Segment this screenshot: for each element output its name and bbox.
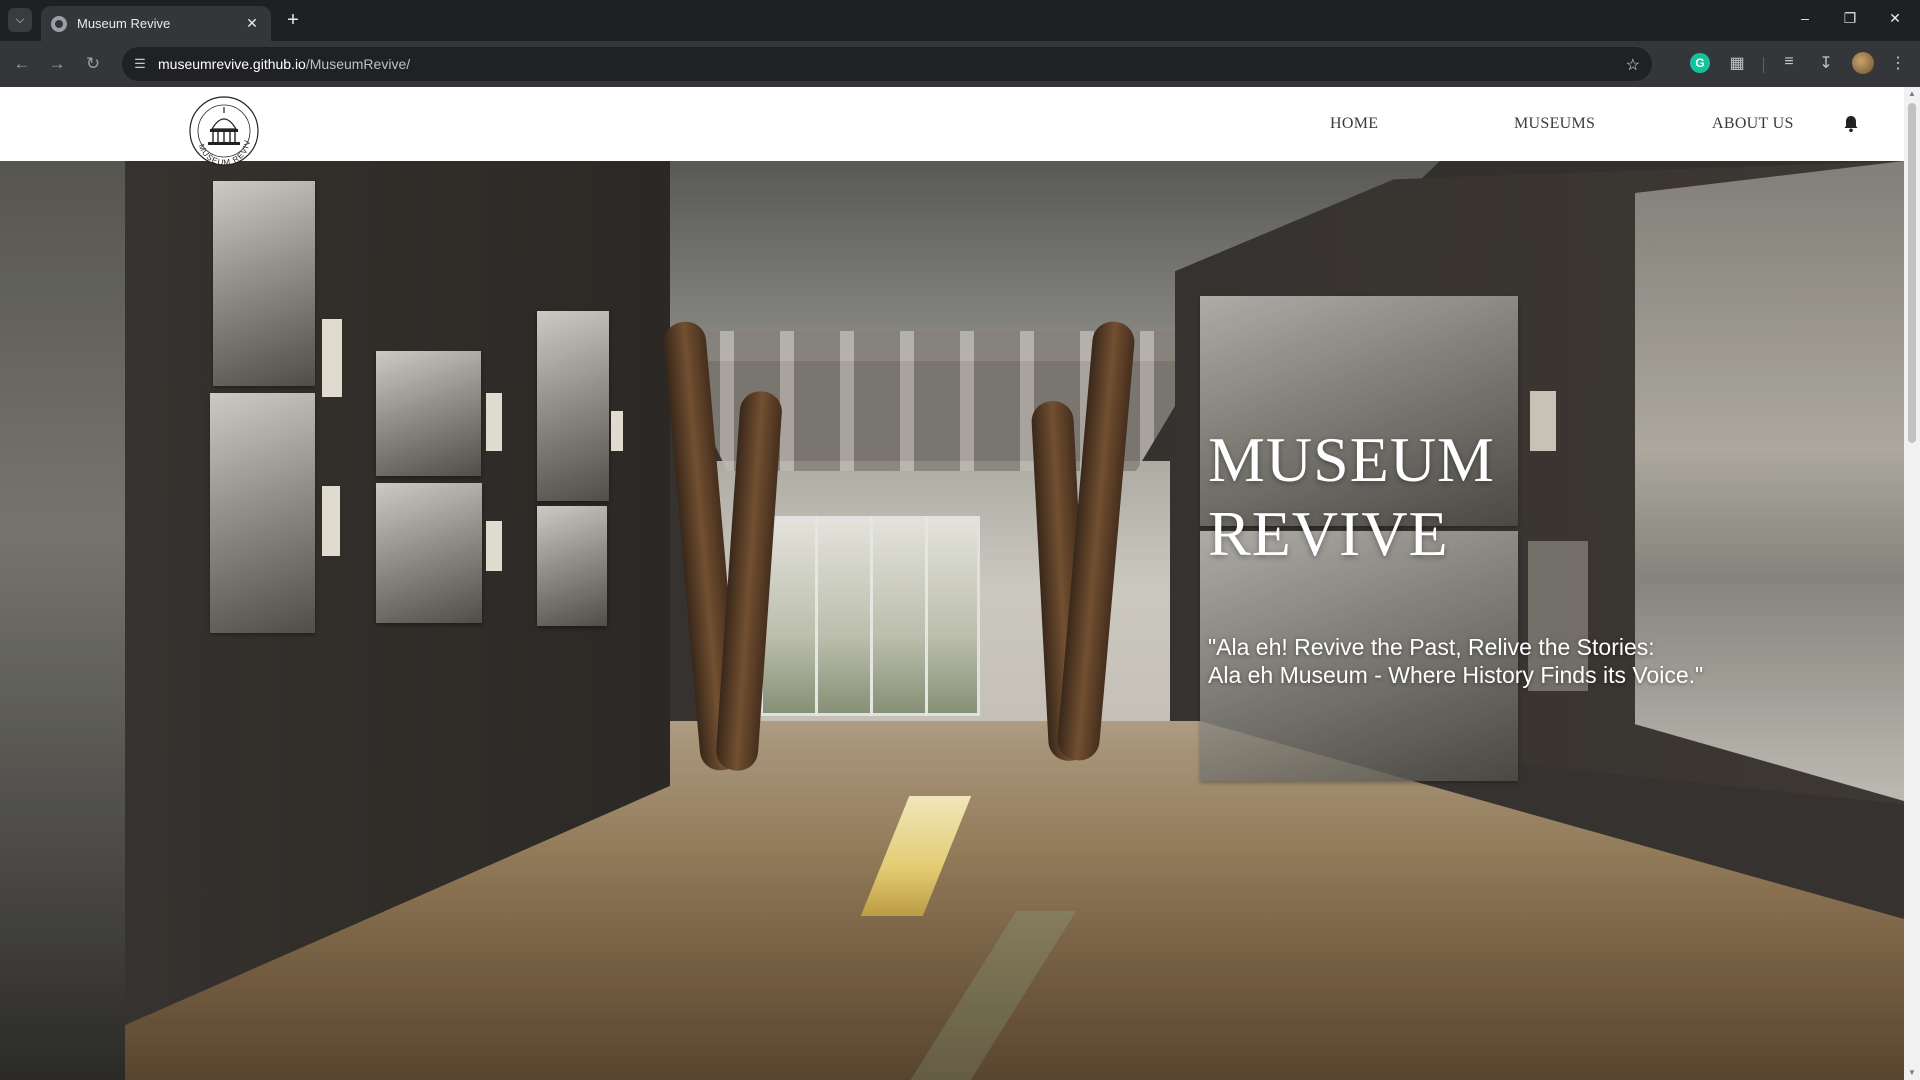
reload-icon[interactable]: ↻ (82, 54, 104, 74)
address-bar[interactable]: ☰ museumrevive.github.io/MuseumRevive/ ☆ (122, 47, 1652, 81)
nav-museums-link[interactable]: MUSEUMS (1514, 115, 1595, 133)
page-viewport: MUSEUM REVIVE "Ala eh! Revive the Past, … (0, 87, 1904, 1080)
site-info-icon[interactable]: ☰ (130, 56, 150, 72)
hero-title-line: REVIVE (1208, 498, 1449, 569)
new-tab-icon[interactable]: + (282, 9, 304, 31)
tab-title: Museum Revive (77, 16, 171, 31)
restore-icon[interactable]: ❐ (1838, 10, 1862, 27)
minimize-icon[interactable]: – (1793, 10, 1817, 26)
hero-title: MUSEUM REVIVE (1208, 423, 1628, 571)
window-close-icon[interactable]: ✕ (1883, 10, 1907, 27)
nav-home-link[interactable]: HOME (1330, 115, 1378, 133)
site-navbar: MUSEUM REVIVE HOME MUSEUMS ABOUT US (0, 87, 1904, 167)
bookmark-star-icon[interactable]: ☆ (1626, 55, 1640, 75)
museum-logo[interactable]: MUSEUM REVIVE (188, 95, 260, 175)
grammarly-icon[interactable]: G (1690, 53, 1710, 73)
scroll-up-icon[interactable]: ▲ (1904, 87, 1920, 101)
bell-icon[interactable] (1843, 115, 1859, 133)
browser-tab-strip: ⌵ Museum Revive ✕ + – ❐ ✕ (0, 0, 1920, 41)
tab-search-icon[interactable]: ⌵ (8, 8, 32, 32)
scroll-thumb[interactable] (1908, 103, 1916, 443)
reading-list-icon[interactable]: ≡ (1778, 53, 1800, 71)
page-scrollbar[interactable]: ▲ ▼ (1904, 87, 1920, 1080)
toolbar-divider (1763, 57, 1764, 73)
browser-toolbar: ← → ↻ ☰ museumrevive.github.io/MuseumRev… (0, 41, 1920, 87)
close-icon[interactable]: ✕ (243, 15, 261, 32)
url-text[interactable]: museumrevive.github.io/MuseumRevive/ (158, 56, 410, 72)
hero-tagline: "Ala eh! Revive the Past, Relive the Sto… (1208, 633, 1828, 689)
scroll-down-icon[interactable]: ▼ (1904, 1066, 1920, 1080)
hero-tagline-line: "Ala eh! Revive the Past, Relive the Sto… (1208, 634, 1655, 660)
profile-avatar[interactable] (1852, 52, 1874, 74)
nav-about-link[interactable]: ABOUT US (1712, 115, 1794, 133)
hero-overlay (0, 161, 1904, 1080)
hero-title-line: MUSEUM (1208, 424, 1495, 495)
favicon (51, 15, 67, 32)
browser-tab[interactable]: Museum Revive ✕ (41, 6, 271, 41)
extensions-icon[interactable]: ▦ (1726, 53, 1748, 73)
hero-tagline-line: Ala eh Museum - Where History Finds its … (1208, 662, 1704, 688)
hero-section: MUSEUM REVIVE "Ala eh! Revive the Past, … (0, 161, 1904, 1080)
back-icon[interactable]: ← (11, 54, 33, 74)
forward-icon[interactable]: → (46, 54, 68, 74)
menu-icon[interactable]: ⋮ (1887, 53, 1909, 73)
downloads-icon[interactable]: ↧ (1815, 53, 1837, 73)
